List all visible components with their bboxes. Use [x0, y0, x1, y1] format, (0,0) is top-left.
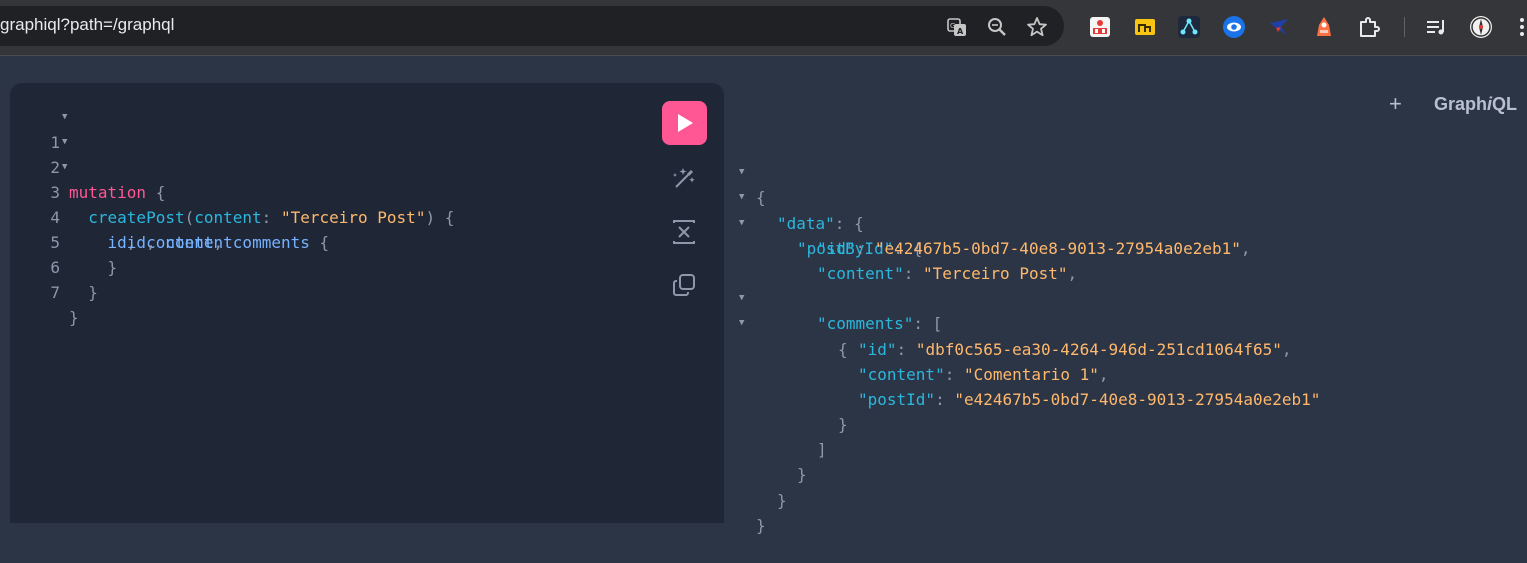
query-code[interactable]: 1 ▼ mutation { 2 ▼ createPost(content: "…	[10, 105, 454, 327]
result-line: "id": "e42467b5-0bd7-40e8-9013-27954a0e2…	[817, 238, 1251, 258]
result-viewer[interactable]: + GraphiQL ▼ { ▼ "data": { ▼ "postById":…	[724, 83, 1527, 535]
result-line: ▼ "comments": [	[724, 261, 942, 333]
fold-arrow-icon[interactable]: ▼	[62, 105, 67, 130]
extension-eye-icon[interactable]	[1222, 15, 1246, 39]
result-line: }	[777, 490, 787, 510]
fold-arrow-icon[interactable]: ▼	[62, 155, 67, 180]
svg-text:G: G	[950, 22, 955, 30]
add-tab-button[interactable]: +	[1389, 91, 1402, 117]
code-line: 7 }	[10, 255, 87, 327]
svg-text:A: A	[957, 27, 964, 36]
extension-folder-icon[interactable]	[1133, 15, 1157, 39]
copy-query-icon[interactable]	[670, 271, 698, 299]
result-line: ]	[817, 440, 827, 460]
argument-name: content	[194, 208, 262, 227]
execute-query-button[interactable]	[662, 101, 707, 145]
play-icon	[678, 114, 693, 132]
extensions-puzzle-icon[interactable]	[1357, 15, 1381, 39]
zoom-icon[interactable]	[986, 16, 1008, 38]
bookmark-star-icon[interactable]	[1026, 16, 1048, 38]
fold-arrow-icon[interactable]: ▼	[62, 130, 67, 155]
result-line: "content": "Terceiro Post",	[817, 263, 1078, 283]
graphiql-logo: GraphiQL	[1434, 94, 1518, 114]
result-line: }	[838, 415, 848, 435]
extension-red-grid-icon[interactable]	[1088, 15, 1112, 39]
address-bar[interactable]: graphiql?path=/graphql AG	[0, 6, 1064, 46]
extension-network-icon[interactable]	[1177, 15, 1201, 39]
query-editor[interactable]: 1 ▼ mutation { 2 ▼ createPost(content: "…	[10, 83, 724, 523]
code-line: 2 ▼ createPost(content: "Terceiro Post")…	[10, 130, 454, 227]
graphiql-app: 1 ▼ mutation { 2 ▼ createPost(content: "…	[0, 56, 1527, 535]
result-line: ▼ {	[724, 135, 801, 207]
result-line: ▼ "postById": {	[724, 185, 922, 258]
url-text[interactable]: graphiql?path=/graphql	[0, 15, 174, 35]
result-line: }	[756, 515, 766, 535]
line-number: 7	[50, 283, 60, 302]
extension-bird-icon[interactable]	[1267, 15, 1291, 39]
result-line: "postId": "e42467b5-0bd7-40e8-9013-27954…	[858, 389, 1321, 409]
toolbar-divider	[1404, 17, 1405, 37]
argument-value: "Terceiro Post"	[280, 208, 426, 227]
result-line: "content": "Comentario 1",	[858, 364, 1109, 384]
prettify-icon[interactable]	[670, 164, 698, 192]
translate-icon[interactable]: AG	[946, 16, 968, 38]
code-line: 3 ▼ id, content, comments {	[10, 155, 329, 252]
merge-fragments-icon[interactable]	[670, 218, 698, 246]
code-line: 5 }	[10, 205, 117, 277]
browser-toolbar: graphiql?path=/graphql AG	[0, 0, 1527, 56]
result-code[interactable]: ▼ { ▼ "data": { ▼ "postById": { "id": "e…	[724, 135, 1321, 535]
result-line: ▼ "data": {	[724, 160, 864, 232]
code-line: 4 id, content	[10, 180, 232, 252]
profile-avatar-icon[interactable]	[1469, 15, 1493, 39]
result-line: }	[797, 465, 807, 485]
menu-dots-icon[interactable]	[1510, 15, 1527, 39]
result-line: ▼ {	[724, 286, 848, 358]
mutation-field: createPost	[88, 208, 185, 227]
code-line: 6 }	[10, 230, 98, 302]
media-queue-icon[interactable]	[1424, 15, 1448, 39]
code-line: 1 ▼ mutation {	[10, 105, 165, 202]
result-line: "id": "dbf0c565-ea30-4264-946d-251cd1064…	[858, 339, 1292, 359]
extension-orange-icon[interactable]	[1312, 15, 1336, 39]
